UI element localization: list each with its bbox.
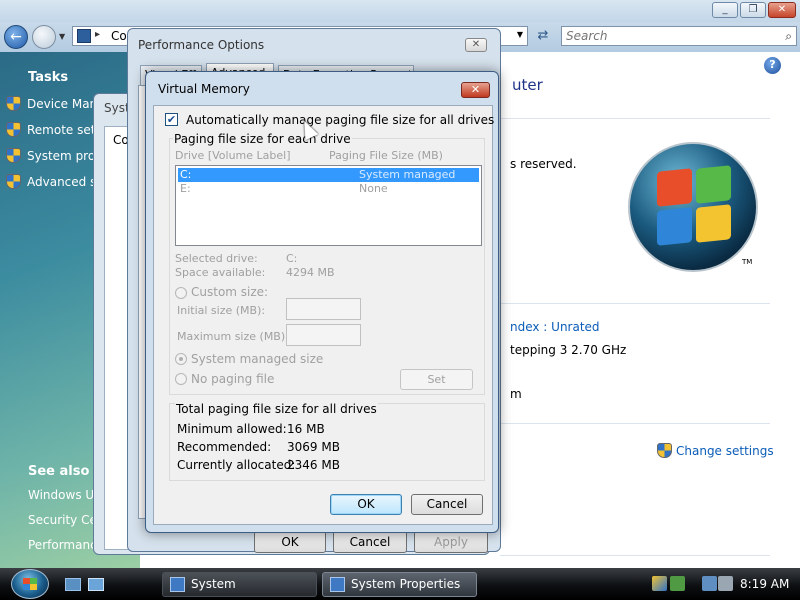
shield-icon <box>6 96 21 111</box>
taskbar-button-label: System <box>191 577 236 591</box>
space-available-value: 4294 MB <box>286 266 335 279</box>
drive-size: System managed <box>359 168 456 181</box>
show-desktop-icon[interactable] <box>65 578 81 591</box>
back-arrow-icon[interactable]: ← <box>4 25 28 49</box>
minimum-allowed-value: 16 MB <box>287 422 325 436</box>
drive-column-header: Drive [Volume Label] <box>175 149 291 162</box>
computer-icon <box>330 577 345 592</box>
apply-button[interactable]: Apply <box>414 531 488 553</box>
security-icon[interactable] <box>652 576 667 591</box>
no-paging-file-label[interactable]: No paging file <box>191 372 274 386</box>
divider <box>500 423 770 424</box>
selected-drive-value: C: <box>286 252 298 265</box>
auto-manage-label[interactable]: Automatically manage paging file size fo… <box>186 113 494 127</box>
custom-size-radio[interactable] <box>175 287 187 299</box>
drive-letter: C: <box>180 168 192 181</box>
close-icon[interactable]: ✕ <box>461 82 490 98</box>
total-paging-title: Total paging file size for all drives <box>175 402 378 416</box>
divider <box>500 303 770 304</box>
ok-button[interactable]: OK <box>330 494 402 515</box>
notification-area <box>650 576 740 594</box>
no-paging-file-radio[interactable] <box>175 373 187 385</box>
currently-allocated-label: Currently allocated: <box>177 458 296 472</box>
control-panel-icon <box>77 29 91 43</box>
initial-size-label: Initial size (MB): <box>177 304 266 317</box>
drive-list[interactable]: C: System managed E: None <box>175 165 482 246</box>
recommended-label: Recommended: <box>177 440 272 454</box>
memory-text: m <box>510 387 522 401</box>
system-managed-label[interactable]: System managed size <box>191 352 323 366</box>
maximum-size-label: Maximum size (MB): <box>177 330 289 343</box>
set-button[interactable]: Set <box>400 369 473 390</box>
divider <box>500 118 770 119</box>
windows-logo-icon <box>628 142 758 272</box>
initial-size-input[interactable] <box>286 298 361 320</box>
currently-allocated-value: 2346 MB <box>287 458 340 472</box>
selected-drive-label: Selected drive: <box>175 252 258 265</box>
refresh-icon[interactable]: ⇄ <box>532 28 554 46</box>
auto-manage-checkbox[interactable]: ✔ <box>165 113 178 126</box>
start-button[interactable] <box>11 569 49 599</box>
custom-size-label[interactable]: Custom size: <box>191 285 268 299</box>
taskbar-button-label: System Properties <box>351 577 461 591</box>
update-icon[interactable] <box>670 576 685 591</box>
minimum-allowed-label: Minimum allowed: <box>177 422 287 436</box>
close-icon[interactable]: ✕ <box>465 38 487 52</box>
computer-icon <box>170 577 185 592</box>
change-settings-label: Change settings <box>676 444 774 458</box>
forward-arrow-icon[interactable] <box>32 25 56 49</box>
virtual-memory-dialog: Virtual Memory ✕ ✔ Automatically manage … <box>145 71 499 533</box>
shield-icon <box>6 148 21 163</box>
help-icon[interactable]: ? <box>764 57 781 74</box>
cancel-button[interactable]: Cancel <box>411 494 483 515</box>
recent-pages-dropdown-icon[interactable]: ▼ <box>59 32 65 41</box>
taskbar-button-system[interactable]: System <box>162 572 317 597</box>
dialog-title[interactable]: Virtual Memory <box>158 82 250 96</box>
dialog-title[interactable]: Syst <box>104 101 130 115</box>
copyright-text: s reserved. <box>510 157 577 171</box>
list-item[interactable]: E: None <box>178 182 479 196</box>
windows-flag-icon <box>657 165 733 246</box>
search-input[interactable] <box>566 29 766 43</box>
system-managed-radio[interactable] <box>175 353 187 365</box>
shield-icon <box>657 443 672 458</box>
switch-windows-icon[interactable] <box>88 578 104 591</box>
change-settings-link[interactable]: Change settings <box>657 443 774 458</box>
search-icon[interactable]: ⌕ <box>785 29 792 44</box>
divider <box>500 555 770 556</box>
search-box[interactable]: ⌕ <box>561 26 797 46</box>
list-item[interactable]: C: System managed <box>178 168 479 182</box>
breadcrumb-separator-icon[interactable]: ▸ <box>95 29 100 40</box>
size-column-header: Paging File Size (MB) <box>329 149 443 162</box>
minimize-icon[interactable]: _ <box>712 2 738 18</box>
tasks-heading: Tasks <box>28 70 69 85</box>
shield-icon <box>6 122 21 137</box>
taskbar-button-system-properties[interactable]: System Properties <box>322 572 477 597</box>
content-heading: uter <box>512 76 543 94</box>
clock[interactable]: 8:19 AM <box>740 577 789 591</box>
close-icon[interactable]: ✕ <box>768 2 796 18</box>
maximize-icon[interactable]: ❐ <box>740 2 766 18</box>
ok-button[interactable]: OK <box>254 531 326 553</box>
experience-index-link[interactable]: ndex : Unrated <box>510 320 600 334</box>
see-also-heading: See also <box>28 464 90 479</box>
explorer-title-bar[interactable]: _ ❐ ✕ <box>0 0 800 22</box>
dialog-title[interactable]: Performance Options <box>138 38 264 52</box>
recommended-value: 3069 MB <box>287 440 340 454</box>
shield-icon <box>6 174 21 189</box>
drive-letter: E: <box>180 182 191 195</box>
cancel-button[interactable]: Cancel <box>333 531 407 553</box>
address-dropdown-icon[interactable]: ▼ <box>517 30 523 39</box>
volume-muted-icon[interactable] <box>718 576 733 591</box>
space-available-label: Space available: <box>175 266 266 279</box>
trademark-icon: TM <box>742 258 753 266</box>
network-icon[interactable] <box>702 576 717 591</box>
drive-size: None <box>359 182 388 195</box>
address-text[interactable]: Co <box>111 29 127 43</box>
processor-text: tepping 3 2.70 GHz <box>510 343 627 357</box>
paging-group-label: Paging file size for each drive <box>173 132 352 146</box>
maximum-size-input[interactable] <box>286 324 361 346</box>
